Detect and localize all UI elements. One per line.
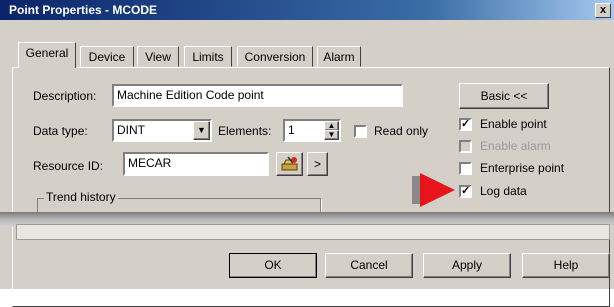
stepper-down-icon[interactable]: ▼	[324, 130, 339, 140]
data-type-label: Data type:	[33, 124, 88, 138]
cancel-button[interactable]: Cancel	[325, 253, 413, 278]
elements-value: 1	[288, 123, 295, 137]
elements-label: Elements:	[218, 124, 272, 138]
log-data-label: Log data	[480, 184, 527, 198]
enterprise-point-checkbox[interactable]	[459, 162, 472, 175]
enable-alarm-label: Enable alarm	[480, 139, 551, 153]
tab-view[interactable]: View	[137, 46, 179, 67]
title-bar: Point Properties - MCODE x	[0, 0, 614, 20]
resource-id-field[interactable]: MECAR	[123, 152, 269, 176]
read-only-checkbox[interactable]	[354, 125, 367, 138]
close-button[interactable]: x	[595, 3, 611, 18]
point-properties-dialog: Point Properties - MCODE x General Devic…	[0, 0, 614, 307]
description-label: Description:	[33, 89, 97, 103]
tab-general[interactable]: General	[18, 42, 76, 68]
data-type-value: DINT	[117, 123, 145, 137]
help-button[interactable]: Help	[522, 253, 610, 278]
resource-next-button[interactable]: >	[307, 152, 328, 176]
basic-toggle-button[interactable]: Basic <<	[459, 83, 549, 109]
apply-button[interactable]: Apply	[423, 253, 511, 278]
enable-alarm-checkbox	[459, 140, 472, 153]
chevron-down-icon[interactable]: ▼	[193, 121, 210, 140]
ok-button[interactable]: OK	[229, 253, 317, 278]
elements-stepper[interactable]: 1 ▲ ▼	[283, 119, 341, 142]
empty-field-bar	[16, 224, 610, 240]
enable-point-checkbox[interactable]: ✓	[459, 118, 472, 131]
tab-alarm[interactable]: Alarm	[317, 46, 361, 67]
resource-browse-button[interactable]	[276, 152, 303, 176]
resource-id-label: Resource ID:	[33, 159, 104, 173]
trend-history-label: Trend history	[44, 190, 118, 204]
tab-limits[interactable]: Limits	[184, 46, 232, 67]
log-data-checkbox[interactable]: ✓	[459, 185, 472, 198]
read-only-label: Read only	[374, 124, 429, 138]
enable-point-label: Enable point	[480, 117, 547, 131]
tab-device[interactable]: Device	[80, 46, 134, 67]
data-type-select[interactable]: DINT ▼	[112, 119, 212, 142]
red-arrow-icon	[412, 173, 455, 207]
window-title: Point Properties - MCODE	[9, 3, 158, 17]
description-field[interactable]: Machine Edition Code point	[112, 84, 403, 107]
resource-browse-icon	[281, 156, 297, 171]
tab-conversion[interactable]: Conversion	[237, 46, 313, 67]
enterprise-point-label: Enterprise point	[480, 161, 565, 175]
